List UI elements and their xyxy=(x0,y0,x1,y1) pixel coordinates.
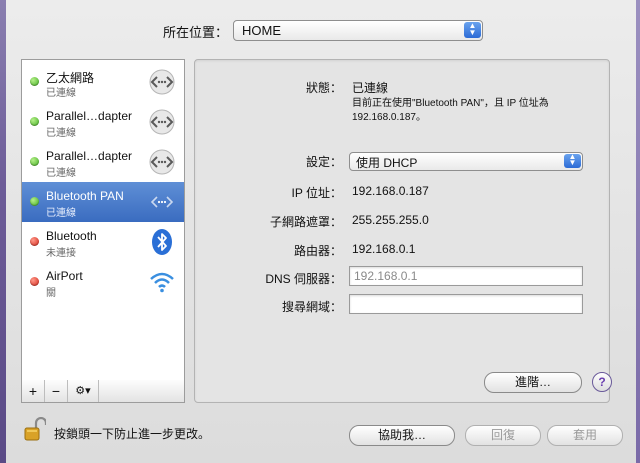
config-stepper-icon: ▲ ▼ xyxy=(564,153,581,168)
status-label: 狀態： xyxy=(305,81,342,95)
apply-button[interactable]: 套用 xyxy=(547,425,623,446)
dns-label: DNS 伺服器： xyxy=(265,272,342,286)
advanced-button[interactable]: 進階… xyxy=(484,372,582,393)
service-list[interactable]: 乙太網路 已連線 Parallel…dapter 已連線 Parallel…da… xyxy=(21,59,185,382)
status-note: 目前正在使用"Bluetooth PAN"，且 IP 位址為 192.168.0… xyxy=(352,97,602,125)
location-label: 所在位置： xyxy=(163,25,229,40)
service-name: Bluetooth xyxy=(46,229,97,243)
desktop-background-right xyxy=(636,0,640,463)
status-dot-icon xyxy=(30,157,39,166)
router-label: 路由器： xyxy=(293,244,342,258)
service-status: 已連線 xyxy=(46,208,76,219)
location-value: HOME xyxy=(242,23,281,38)
ip-label: IP 位址： xyxy=(291,186,342,200)
assist-button[interactable]: 協助我… xyxy=(349,425,455,446)
ethernet-arrows-icon xyxy=(149,149,175,175)
service-item-parallels-1[interactable]: Parallel…dapter 已連線 xyxy=(22,102,184,142)
service-item-bluetooth[interactable]: Bluetooth 未連接 xyxy=(22,222,184,262)
ip-value: 192.168.0.187 xyxy=(352,184,429,198)
subnet-label: 子網路遮罩： xyxy=(269,215,342,229)
service-name: Parallel…dapter xyxy=(46,109,133,123)
config-value: 使用 DHCP xyxy=(356,156,418,170)
location-select[interactable]: HOME ▲ ▼ xyxy=(233,20,483,41)
service-item-airport[interactable]: AirPort 關 xyxy=(22,262,184,302)
wifi-icon xyxy=(150,272,174,293)
service-item-ethernet[interactable]: 乙太網路 已連線 xyxy=(22,62,184,102)
service-status: 已連線 xyxy=(46,88,76,99)
service-list-toolbar: + − ⚙▾ xyxy=(21,380,185,403)
search-domain-label: 搜尋網域： xyxy=(281,300,342,314)
dns-field[interactable]: 192.168.0.1 xyxy=(349,266,583,286)
revert-button[interactable]: 回復 xyxy=(465,425,541,446)
status-dot-icon xyxy=(30,277,39,286)
service-item-parallels-2[interactable]: Parallel…dapter 已連線 xyxy=(22,142,184,182)
ethernet-arrows-icon xyxy=(149,109,175,135)
ethernet-arrows-icon xyxy=(149,69,175,95)
status-note-line-1: 目前正在使用"Bluetooth PAN"，且 IP 位址為 xyxy=(352,98,549,109)
add-service-button[interactable]: + xyxy=(22,380,45,402)
service-status: 已連線 xyxy=(46,168,76,179)
lock-text: 按鎖頭一下防止進一步更改。 xyxy=(54,427,211,441)
config-select[interactable]: 使用 DHCP ▲ ▼ xyxy=(349,152,583,171)
config-label: 設定： xyxy=(305,155,342,169)
subnet-value: 255.255.255.0 xyxy=(352,213,429,227)
lock-icon[interactable] xyxy=(24,417,46,441)
service-status: 未連接 xyxy=(46,248,76,259)
bluetooth-icon xyxy=(152,229,172,255)
dns-placeholder: 192.168.0.1 xyxy=(354,269,418,283)
service-name: Bluetooth PAN xyxy=(46,189,124,203)
service-status: 已連線 xyxy=(46,128,76,139)
gear-menu-button[interactable]: ⚙▾ xyxy=(68,380,99,402)
desktop-background-left xyxy=(0,0,6,463)
status-value: 已連線 xyxy=(352,81,389,95)
status-dot-icon xyxy=(30,237,39,246)
service-name: AirPort xyxy=(46,269,83,283)
status-note-line-2: 192.168.0.187。 xyxy=(352,112,426,123)
status-dot-icon xyxy=(30,77,39,86)
search-domain-field[interactable] xyxy=(349,294,583,314)
service-status: 關 xyxy=(46,288,56,299)
router-value: 192.168.0.1 xyxy=(352,242,416,256)
remove-service-button[interactable]: − xyxy=(45,380,68,402)
status-dot-icon xyxy=(30,117,39,126)
ethernet-arrows-icon xyxy=(150,196,174,208)
service-name: Parallel…dapter xyxy=(46,149,133,163)
help-button[interactable]: ? xyxy=(592,372,612,392)
status-dot-icon xyxy=(30,197,39,206)
location-stepper-icon: ▲ ▼ xyxy=(464,22,481,38)
service-item-bluetooth-pan[interactable]: Bluetooth PAN 已連線 xyxy=(22,182,184,222)
